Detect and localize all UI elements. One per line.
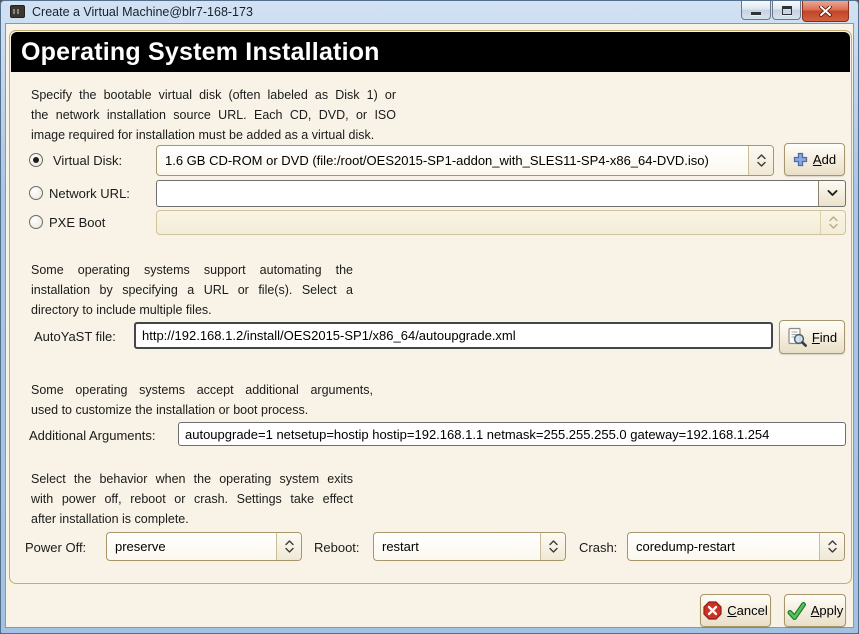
apply-button[interactable]: Apply	[784, 594, 846, 627]
paragraph-line: Some operating systems support automatin…	[31, 260, 353, 280]
find-button-label: Find	[812, 330, 837, 345]
arguments-paragraph: Some operating systems accept additional…	[31, 380, 373, 420]
network-url-label: Network URL:	[49, 186, 130, 201]
window-title: Create a Virtual Machine@blr7-168-173	[32, 5, 253, 19]
pxe-boot-combo	[156, 210, 846, 235]
chevron-up-down-icon	[748, 146, 773, 175]
page-title: Operating System Installation	[11, 38, 380, 67]
close-icon	[819, 6, 832, 17]
reboot-label: Reboot:	[314, 540, 360, 555]
behavior-paragraph: Select the behavior when the operating s…	[31, 469, 353, 529]
additional-arguments-input[interactable]	[178, 422, 846, 446]
find-icon	[787, 327, 807, 347]
virtual-disk-value: 1.6 GB CD-ROM or DVD (file:/root/OES2015…	[157, 146, 748, 175]
autoyast-paragraph: Some operating systems support automatin…	[31, 260, 353, 320]
virtual-disk-label: Virtual Disk:	[53, 153, 122, 168]
add-button-label: Add	[813, 152, 836, 167]
crash-label: Crash:	[579, 540, 617, 555]
pxe-boot-value	[157, 211, 820, 234]
power-off-value: preserve	[107, 533, 276, 560]
reboot-value: restart	[374, 533, 540, 560]
plus-icon	[793, 152, 808, 167]
close-button[interactable]	[802, 1, 849, 22]
window-controls	[741, 1, 849, 22]
paragraph-line: the network installation source URL. Eac…	[31, 105, 396, 125]
network-url-dropdown-button[interactable]	[818, 180, 846, 207]
paragraph-line: Select the behavior when the operating s…	[31, 469, 353, 489]
minimize-button[interactable]	[741, 1, 771, 20]
paragraph-line: Specify the bootable virtual disk (often…	[31, 85, 396, 105]
network-url-radio[interactable]	[29, 186, 43, 200]
power-off-combo[interactable]: preserve	[106, 532, 302, 561]
window: Create a Virtual Machine@blr7-168-173 Op…	[0, 0, 859, 634]
cancel-button-label: Cancel	[727, 603, 767, 618]
apply-button-label: Apply	[811, 603, 844, 618]
paragraph-line: after installation is complete.	[31, 509, 353, 529]
pxe-boot-radio[interactable]	[29, 215, 43, 229]
power-off-label: Power Off:	[25, 540, 86, 555]
page-header: Operating System Installation	[11, 32, 850, 72]
chevron-up-down-icon	[540, 533, 565, 560]
chevron-up-down-icon	[819, 533, 844, 560]
cancel-icon	[703, 601, 722, 620]
paragraph-line: Some operating systems accept additional…	[31, 380, 373, 400]
chevron-up-down-icon	[276, 533, 301, 560]
paragraph-line: directory to include multiple files.	[31, 300, 353, 320]
network-url-input[interactable]	[156, 180, 819, 207]
maximize-icon	[782, 6, 792, 15]
find-button[interactable]: Find	[779, 320, 845, 354]
add-button[interactable]: Add	[784, 143, 845, 176]
virtual-disk-radio[interactable]	[29, 153, 43, 167]
intro-paragraph: Specify the bootable virtual disk (often…	[31, 85, 396, 145]
pxe-boot-label: PXE Boot	[49, 215, 105, 230]
additional-arguments-label: Additional Arguments:	[29, 428, 155, 443]
app-icon	[10, 5, 25, 18]
chevron-down-icon	[827, 190, 838, 197]
chevron-up-down-icon	[820, 211, 845, 234]
paragraph-line: installation by specifying a URL or file…	[31, 280, 353, 300]
autoyast-file-input[interactable]	[134, 322, 773, 349]
autoyast-file-label: AutoYaST file:	[34, 329, 116, 344]
titlebar[interactable]: Create a Virtual Machine@blr7-168-173	[1, 1, 858, 23]
crash-value: coredump-restart	[628, 533, 819, 560]
paragraph-line: image required for installation must be …	[31, 125, 396, 145]
virtual-disk-combo[interactable]: 1.6 GB CD-ROM or DVD (file:/root/OES2015…	[156, 145, 774, 176]
maximize-button[interactable]	[772, 1, 801, 20]
crash-combo[interactable]: coredump-restart	[627, 532, 845, 561]
paragraph-line: with power off, reboot or crash. Setting…	[31, 489, 353, 509]
cancel-button[interactable]: Cancel	[700, 594, 771, 627]
reboot-combo[interactable]: restart	[373, 532, 566, 561]
apply-icon	[787, 602, 806, 620]
paragraph-line: used to customize the installation or bo…	[31, 400, 373, 420]
minimize-icon	[751, 12, 761, 15]
